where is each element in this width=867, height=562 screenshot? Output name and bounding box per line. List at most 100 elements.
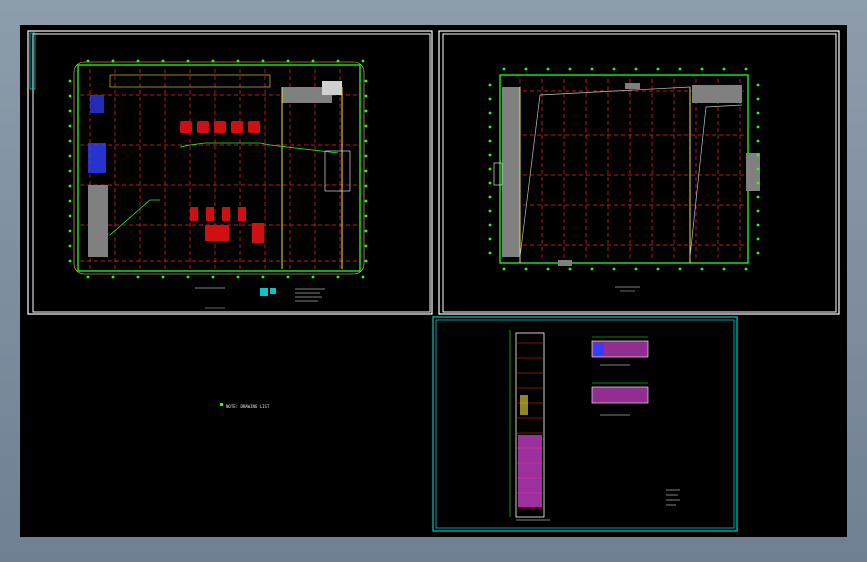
legend-swatch — [260, 288, 268, 296]
grid-lines-horizontal — [502, 90, 746, 246]
column-marker — [136, 275, 140, 279]
column-marker — [546, 267, 550, 271]
core-block-left — [502, 87, 520, 257]
stair-yellow — [520, 395, 528, 415]
column-marker — [756, 125, 760, 129]
column-marker — [361, 275, 365, 279]
column-marker — [488, 97, 492, 101]
tank — [180, 121, 192, 133]
column-marker — [161, 59, 165, 63]
column-marker — [488, 83, 492, 87]
column-marker — [68, 199, 72, 203]
column-marker — [364, 109, 368, 113]
tank-block — [252, 223, 264, 243]
column-marker — [524, 67, 528, 71]
sheet-outer-frame — [432, 316, 738, 532]
tank — [214, 121, 226, 133]
core-block-left — [88, 185, 108, 257]
column-marker — [364, 79, 368, 83]
column-marker — [756, 223, 760, 227]
column-marker — [186, 275, 190, 279]
small-plan-1-core — [594, 343, 604, 355]
light-room — [322, 81, 342, 95]
column-marker — [656, 267, 660, 271]
column-marker — [364, 229, 368, 233]
column-marker — [568, 67, 572, 71]
stair-blue — [90, 95, 104, 113]
column-marker — [722, 67, 726, 71]
column-marker — [68, 244, 72, 248]
column-marker — [364, 124, 368, 128]
gray-small — [625, 83, 640, 89]
column-marker — [488, 195, 492, 199]
column-marker — [286, 59, 290, 63]
column-marker — [756, 83, 760, 87]
column-marker — [68, 109, 72, 113]
column-marker — [364, 154, 368, 158]
column-marker — [700, 67, 704, 71]
route-line-2 — [689, 104, 743, 258]
column-marker — [261, 59, 265, 63]
sheet-ground-floor-plan[interactable] — [27, 30, 433, 315]
legend-lines — [295, 288, 325, 302]
drawing-canvas[interactable]: NOTE: DRAWING LIST — [20, 25, 847, 537]
office-fill-magenta — [518, 435, 542, 507]
column-marker — [678, 67, 682, 71]
column-marker — [756, 195, 760, 199]
column-marker — [756, 139, 760, 143]
column-marker — [502, 267, 506, 271]
sheet-outer-frame — [438, 30, 840, 315]
column-marker — [211, 59, 215, 63]
grid-lines-vertical — [519, 79, 741, 261]
column-marker — [634, 67, 638, 71]
core-block-blue — [88, 143, 106, 173]
building-outline — [499, 74, 749, 264]
column-marker — [364, 184, 368, 188]
column-marker — [488, 237, 492, 241]
column-marker — [756, 251, 760, 255]
sheet-inner-frame — [435, 319, 735, 529]
column-marker — [756, 153, 760, 157]
gray-room-right — [746, 153, 760, 191]
column-marker — [488, 139, 492, 143]
column-marker — [524, 267, 528, 271]
column-marker — [612, 267, 616, 271]
tank — [231, 121, 243, 133]
sheet-office-plan[interactable] — [432, 316, 738, 532]
cad-model-space[interactable]: NOTE: DRAWING LIST — [20, 25, 847, 537]
column-marker — [68, 94, 72, 98]
tank — [190, 207, 198, 221]
tank — [197, 121, 209, 133]
column-marker — [590, 267, 594, 271]
legend-lines — [666, 489, 680, 506]
column-marker — [678, 267, 682, 271]
column-marker — [700, 267, 704, 271]
column-marker — [68, 79, 72, 83]
column-marker — [68, 259, 72, 263]
column-marker — [756, 167, 760, 171]
column-marker — [488, 111, 492, 115]
column-marker — [261, 275, 265, 279]
column-marker — [136, 59, 140, 63]
tank — [222, 207, 230, 221]
stair-left — [493, 162, 503, 186]
column-marker — [68, 154, 72, 158]
column-marker — [86, 59, 90, 63]
column-marker — [361, 59, 365, 63]
tank — [206, 207, 214, 221]
tank-block — [205, 225, 229, 241]
column-marker — [744, 67, 748, 71]
column-marker — [590, 67, 594, 71]
tank-group — [180, 121, 260, 133]
gray-room-top-right — [692, 85, 742, 103]
column-marker — [722, 267, 726, 271]
column-marker — [311, 59, 315, 63]
column-marker — [336, 59, 340, 63]
column-marker — [612, 67, 616, 71]
route-line-top — [179, 142, 339, 154]
column-marker — [211, 275, 215, 279]
sheet-second-floor-plan[interactable] — [438, 30, 840, 315]
column-marker — [111, 59, 115, 63]
small-plan-2 — [592, 387, 648, 403]
column-marker — [86, 275, 90, 279]
